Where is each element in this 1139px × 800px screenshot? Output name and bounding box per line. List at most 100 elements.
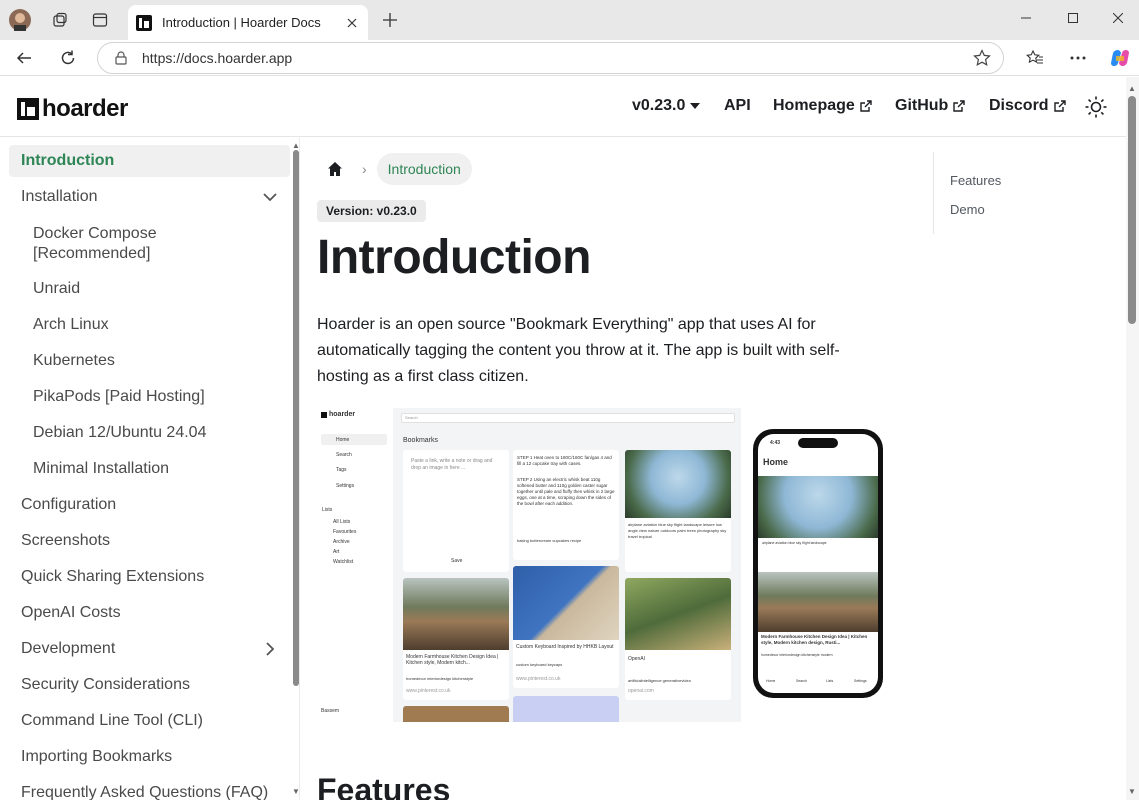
sidebar-item-configuration[interactable]: Configuration — [9, 489, 290, 521]
page-scrollbar-thumb[interactable] — [1128, 96, 1136, 324]
version-label: v0.23.0 — [632, 97, 686, 114]
url-text[interactable]: https://docs.hoarder.app — [142, 50, 973, 66]
sidebar-item-minimal-installation[interactable]: Minimal Installation — [9, 453, 290, 485]
sidebar-item-docker-compose[interactable]: Docker Compose [Recommended] — [9, 222, 290, 266]
docs-navbar: hoarder v0.23.0 API Homepage GitHub Disc… — [0, 77, 1126, 137]
sidebar-item-development[interactable]: Development — [9, 633, 290, 665]
profile-avatar[interactable] — [8, 8, 32, 32]
sidebar-item-label: Development — [21, 640, 116, 657]
sidebar-item-kubernetes[interactable]: Kubernetes — [9, 345, 290, 377]
favorite-star-icon[interactable] — [973, 49, 991, 67]
nav-discord-link[interactable]: Discord — [989, 97, 1066, 115]
address-bar-row: https://docs.hoarder.app — [0, 40, 1139, 76]
back-icon[interactable] — [10, 44, 38, 72]
screenshot-openai-card: OpenAI artificialintelligence generative… — [625, 578, 731, 700]
screenshot-kitchen-card: Modern Farmhouse Kitchen Design Idea | K… — [403, 578, 509, 700]
screenshot-sidebar: hoarder Home Search Tags Settings Lists … — [317, 408, 393, 722]
breadcrumb-separator-icon: › — [362, 161, 367, 177]
table-of-contents: Features Demo — [933, 152, 1113, 234]
maximize-icon[interactable] — [1058, 6, 1088, 30]
breadcrumb: › Introduction — [318, 153, 472, 185]
more-menu-icon[interactable] — [1064, 44, 1092, 72]
screenshot-list-item: Art — [333, 549, 340, 555]
caret-down-icon — [690, 103, 701, 109]
github-label: GitHub — [895, 97, 949, 114]
sidebar-item-faq[interactable]: Frequently Asked Questions (FAQ) — [9, 777, 290, 800]
screenshot-nav-settings: Settings — [336, 483, 355, 489]
nav-github-link[interactable]: GitHub — [895, 97, 966, 115]
home-icon[interactable] — [318, 153, 352, 185]
screenshot-recipe-card: STEP 1 Heat oven to 180C/160C fan/gas 4 … — [513, 450, 619, 560]
external-link-icon — [953, 100, 966, 112]
screenshot-keyboard-card: Custom Keyboard Inspired by HHKB Layout … — [513, 566, 619, 688]
toc-item-demo[interactable]: Demo — [950, 202, 985, 217]
screenshot-note-card: Paste a link, write a note or drag and d… — [403, 450, 509, 572]
screenshot-lists-label: Lists — [322, 507, 333, 513]
discord-label: Discord — [989, 97, 1049, 114]
screenshot-main: Search Bookmarks Paste a link, write a n… — [393, 408, 741, 722]
screenshot-nav-tags: Tags — [336, 467, 347, 473]
screenshot-card-partial — [403, 706, 509, 722]
url-field[interactable]: https://docs.hoarder.app — [97, 42, 1004, 74]
screenshot-card-partial — [513, 696, 619, 722]
page-scroll-up-icon[interactable]: ▲ — [1128, 84, 1136, 93]
sidebar-item-installation[interactable]: Installation — [9, 181, 290, 213]
screenshot-list-item: Archive — [333, 539, 350, 545]
chevron-down-icon[interactable] — [262, 189, 278, 205]
active-tab[interactable]: Introduction | Hoarder Docs — [128, 5, 368, 40]
minimize-icon[interactable] — [1011, 6, 1041, 30]
sidebar-item-quick-sharing[interactable]: Quick Sharing Extensions — [9, 561, 290, 593]
page-title: Introduction — [317, 231, 591, 284]
chevron-right-icon[interactable] — [262, 641, 278, 657]
sidebar-item-debian-ubuntu[interactable]: Debian 12/Ubuntu 24.04 — [9, 417, 290, 449]
sidebar-item-unraid[interactable]: Unraid — [9, 273, 290, 305]
hoarder-logo-icon — [17, 98, 39, 120]
browser-tab-bar: Introduction | Hoarder Docs — [0, 0, 1139, 40]
sidebar-item-label: [Recommended] — [33, 245, 151, 262]
lock-icon[interactable] — [114, 51, 128, 65]
hoarder-favicon-icon — [136, 14, 152, 31]
external-link-icon — [1053, 100, 1066, 112]
close-tab-icon[interactable] — [340, 11, 364, 35]
features-heading: Features — [317, 772, 451, 800]
new-tab-icon[interactable] — [378, 8, 402, 32]
version-badge: Version: v0.23.0 — [317, 200, 426, 222]
breadcrumb-current: Introduction — [376, 153, 472, 185]
close-window-icon[interactable] — [1103, 6, 1133, 30]
sidebar-item-security[interactable]: Security Considerations — [9, 669, 290, 701]
sidebar-item-introduction[interactable]: Introduction — [9, 145, 290, 177]
screenshot-list-item: All Lists — [333, 519, 351, 525]
sidebar-item-label: Installation — [21, 188, 98, 205]
sidebar-item-screenshots[interactable]: Screenshots — [9, 525, 290, 557]
tab-actions-icon[interactable] — [88, 8, 112, 32]
theme-toggle-sun-icon[interactable] — [1080, 96, 1107, 118]
nav-homepage-link[interactable]: Homepage — [773, 97, 872, 115]
screenshot-search: Search — [405, 415, 418, 420]
app-screenshot-image: hoarder Home Search Tags Settings Lists … — [317, 408, 741, 722]
screenshot-user: Bassem — [321, 708, 340, 714]
hoarder-logo[interactable]: hoarder — [17, 95, 128, 123]
sidebar-scrollbar[interactable] — [293, 150, 299, 686]
sidebar-item-label: Docker Compose — [33, 225, 157, 242]
docs-sidebar: Introduction Installation Docker Compose… — [0, 138, 300, 800]
sidebar-item-importing-bookmarks[interactable]: Importing Bookmarks — [9, 741, 290, 773]
workspaces-icon[interactable] — [48, 8, 72, 32]
favorites-icon[interactable] — [1021, 44, 1049, 72]
copilot-icon[interactable] — [1106, 44, 1134, 72]
brand-name: hoarder — [42, 95, 128, 122]
sidebar-scroll-up-icon[interactable]: ▲ — [292, 141, 300, 150]
nav-api-link[interactable]: API — [724, 97, 751, 115]
sidebar-item-pikapods[interactable]: PikaPods [Paid Hosting] — [9, 381, 290, 413]
toc-item-features[interactable]: Features — [950, 173, 1001, 188]
phone-notch — [798, 438, 838, 448]
sidebar-item-arch-linux[interactable]: Arch Linux — [9, 309, 290, 341]
sidebar-item-cli[interactable]: Command Line Tool (CLI) — [9, 705, 290, 737]
refresh-icon[interactable] — [54, 44, 82, 72]
homepage-label: Homepage — [773, 97, 855, 114]
sidebar-item-openai-costs[interactable]: OpenAI Costs — [9, 597, 290, 629]
screenshot-nav-home: Home — [336, 437, 350, 443]
version-dropdown[interactable]: v0.23.0 — [632, 97, 701, 115]
sidebar-scroll-down-icon[interactable]: ▼ — [292, 787, 300, 796]
external-link-icon — [860, 100, 872, 112]
page-scroll-down-icon[interactable]: ▼ — [1128, 787, 1136, 796]
